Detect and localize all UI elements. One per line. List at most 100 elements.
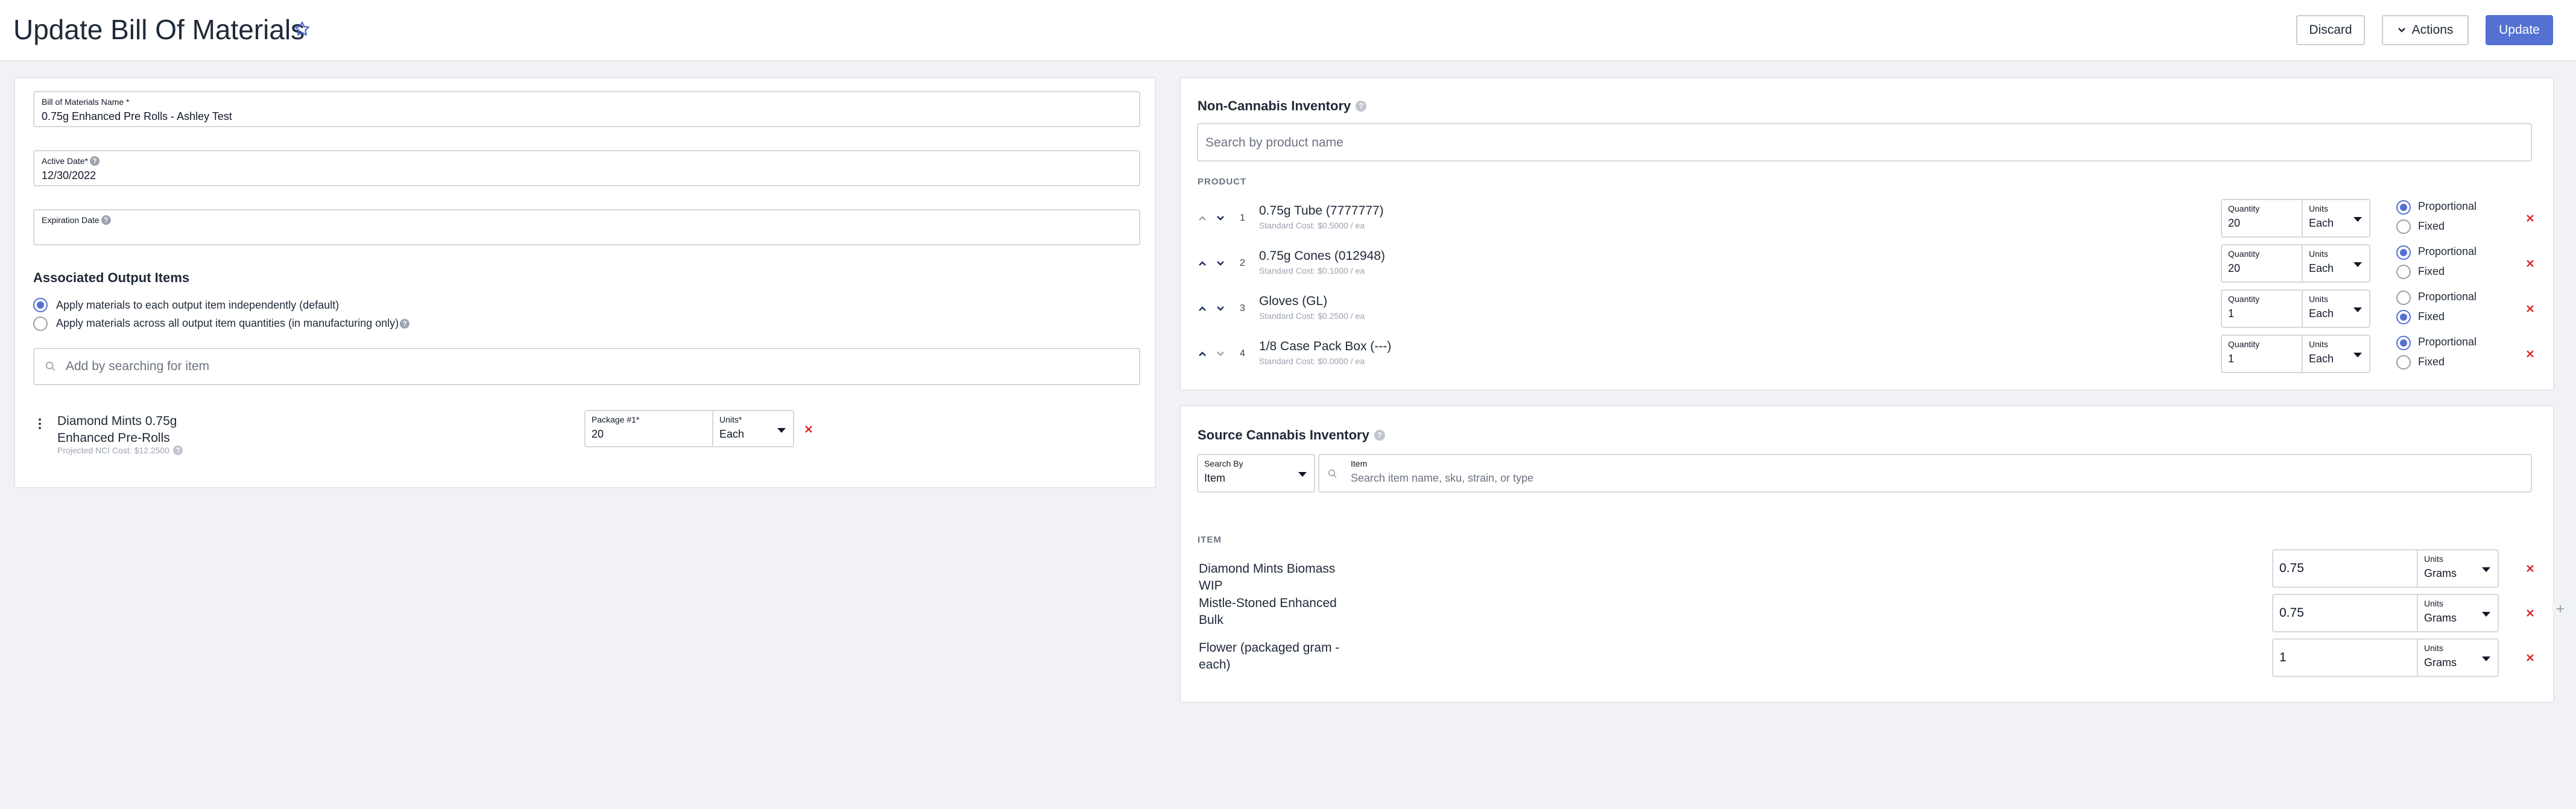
projected-cost: Projected NCI Cost: $12.2500 [57,445,169,455]
remove-icon[interactable] [2525,349,2535,359]
row-number: 3 [1240,303,1245,313]
proportional-label: Proportional [2418,336,2477,348]
ci-units-select[interactable]: Units Grams [2417,549,2499,588]
help-icon[interactable]: ? [90,156,100,166]
units-select[interactable]: Units Each [2302,244,2370,283]
product-name: 1/8 Case Pack Box (---) [1259,339,1392,353]
add-icon[interactable] [2552,600,2569,617]
page-header: Update Bill Of Materials Discard Actions… [0,0,2576,61]
product-name: 0.75g Tube (7777777) [1259,204,1384,218]
row-number: 1 [1240,213,1245,223]
row-number: 4 [1240,348,1245,359]
move-down-icon[interactable] [1216,260,1225,267]
ci-item-name: Mistle-Stoned Enhanced Bulk [1199,596,1337,627]
search-icon [45,361,55,371]
discard-button[interactable]: Discard [2296,15,2365,45]
remove-icon[interactable] [804,424,813,434]
proportional-radio[interactable] [2396,200,2411,215]
ci-units-select[interactable]: Units Grams [2417,638,2499,677]
item-column-header: ITEM [1198,535,1222,545]
caret-down-icon [2482,612,2490,617]
help-icon[interactable]: ? [400,318,410,329]
ci-quantity-input[interactable]: 0.75 [2272,549,2418,588]
proportional-radio[interactable] [2396,291,2411,305]
remove-icon[interactable] [2525,259,2535,268]
nci-title: Non-Cannabis Inventory [1198,98,1351,113]
ci-units-select[interactable]: Units Grams [2417,594,2499,632]
package-quantity-input[interactable]: Package #1* 20 [584,410,713,447]
move-up-icon[interactable] [1198,215,1207,222]
bom-name-field[interactable]: Bill of Materials Name * 0.75g Enhanced … [33,91,1140,127]
drag-handle-icon[interactable] [38,418,42,430]
units-select[interactable]: Units Each [2302,199,2370,238]
units-select[interactable]: Units Each [2302,289,2370,328]
actions-button[interactable]: Actions [2382,15,2469,45]
product-name: Gloves (GL) [1259,294,1328,308]
page-title: Update Bill Of Materials [13,14,305,45]
fixed-radio[interactable] [2396,355,2411,370]
search-by-select[interactable]: Search By Item [1197,454,1315,493]
associated-output-title: Associated Output Items [33,270,190,285]
quantity-input[interactable]: Quantity 1 [2221,335,2303,373]
remove-icon[interactable] [2525,213,2535,223]
caret-down-icon [2353,307,2362,312]
product-search-input[interactable]: Search by product name [1197,123,2532,162]
ci-quantity-input[interactable]: 0.75 [2272,594,2418,632]
radio-across-label: Apply materials across all output item q… [56,317,399,329]
units-select[interactable]: Units Each [2302,335,2370,373]
standard-cost: Standard Cost: $0.0000 / ea [1259,356,1365,366]
help-icon[interactable]: ? [173,445,183,455]
fixed-label: Fixed [2418,356,2445,368]
move-down-icon[interactable] [1216,350,1225,357]
caret-down-icon [1298,472,1307,477]
caret-down-icon [2353,262,2362,267]
fixed-radio[interactable] [2396,265,2411,279]
radio-across[interactable] [33,316,48,331]
fixed-label: Fixed [2418,265,2445,277]
fixed-label: Fixed [2418,310,2445,323]
bom-details-panel: Bill of Materials Name * 0.75g Enhanced … [14,77,1156,488]
remove-icon[interactable] [2525,653,2535,663]
caret-down-icon [2482,656,2490,661]
active-date-field[interactable]: Active Date*? 12/30/2022 [33,150,1140,186]
move-down-icon[interactable] [1216,215,1225,222]
fixed-radio[interactable] [2396,310,2411,324]
update-button[interactable]: Update [2486,15,2553,45]
expiration-date-field[interactable]: Expiration Date? [33,209,1140,245]
radio-independent[interactable] [33,298,48,312]
quantity-input[interactable]: Quantity 20 [2221,244,2303,283]
proportional-radio[interactable] [2396,336,2411,350]
move-up-icon[interactable] [1198,305,1207,312]
move-up-icon[interactable] [1198,260,1207,267]
proportional-label: Proportional [2418,200,2477,212]
proportional-radio[interactable] [2396,245,2411,260]
help-icon[interactable]: ? [101,215,111,225]
ci-item-name: Flower (packaged gram - each) [1199,641,1340,672]
remove-icon[interactable] [2525,564,2535,573]
source-cannabis-inventory-panel: Source Cannabis Inventory? Search By Ite… [1179,405,2554,703]
row-number: 2 [1240,258,1245,268]
chevron-down-icon [2398,28,2405,33]
standard-cost: Standard Cost: $0.1000 / ea [1259,266,1365,275]
caret-down-icon [2353,217,2362,222]
ci-quantity-input[interactable]: 1 [2272,638,2418,677]
search-icon [1328,469,1337,478]
move-down-icon[interactable] [1216,305,1225,312]
caret-down-icon [2353,353,2362,357]
help-icon[interactable]: ? [1356,101,1367,112]
remove-icon[interactable] [2525,304,2535,313]
output-item-name: Diamond Mints 0.75g Enhanced Pre-Rolls [57,414,177,445]
item-search-input[interactable]: Item Search item name, sku, strain, or t… [1318,454,2532,493]
caret-down-icon [777,428,786,433]
fixed-radio[interactable] [2396,219,2411,234]
ci-item-name: Diamond Mints Biomass WIP [1199,562,1336,593]
output-search-input[interactable]: Add by searching for item [33,348,1140,385]
fixed-label: Fixed [2418,220,2445,232]
output-units-select[interactable]: Units* Each [712,410,794,447]
quantity-input[interactable]: Quantity 20 [2221,199,2303,238]
star-icon[interactable] [294,20,311,37]
quantity-input[interactable]: Quantity 1 [2221,289,2303,328]
remove-icon[interactable] [2525,608,2535,618]
move-up-icon[interactable] [1198,350,1207,357]
help-icon[interactable]: ? [1374,430,1385,441]
